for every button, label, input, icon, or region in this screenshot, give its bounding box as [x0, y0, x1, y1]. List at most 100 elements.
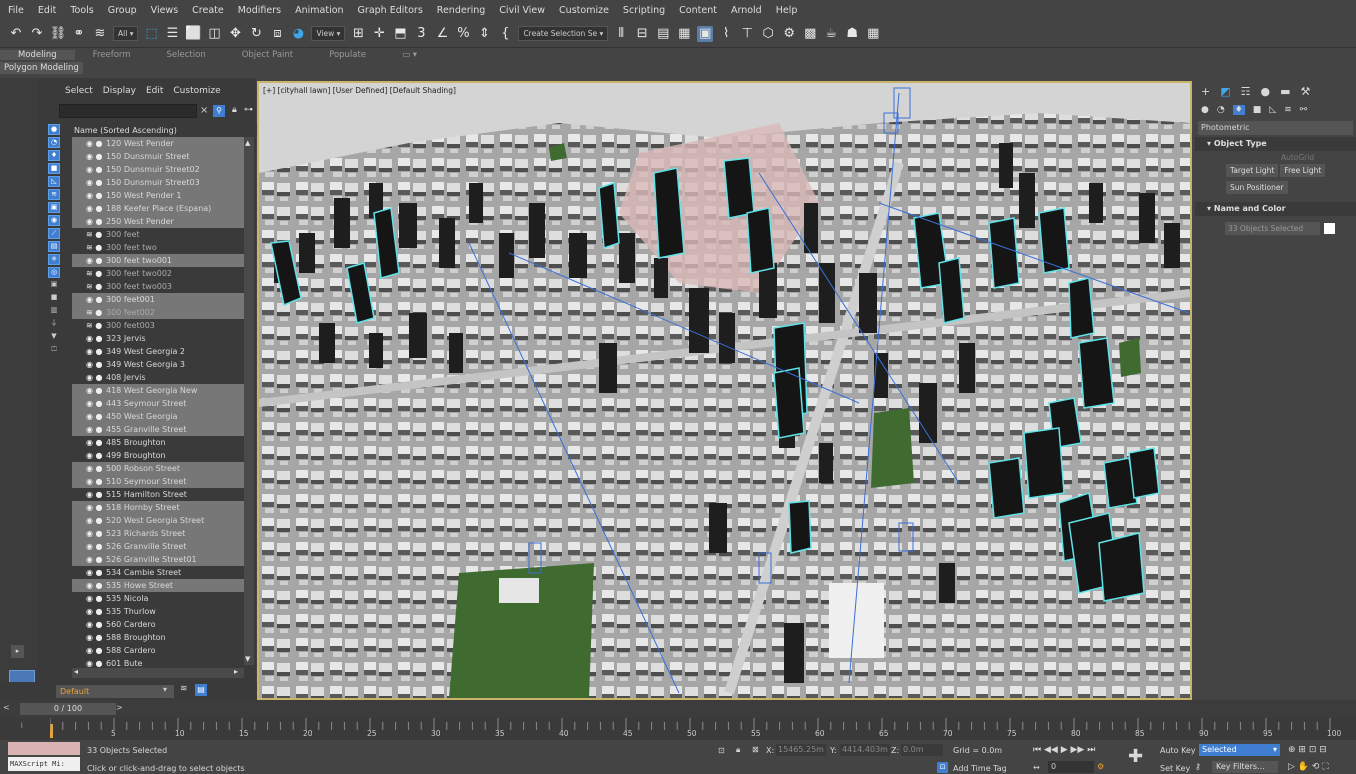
- clear-search-icon[interactable]: ×: [200, 105, 208, 116]
- visibility-eye-icon[interactable]: ◉ ●: [72, 514, 103, 527]
- key-filters-button[interactable]: Key Filters...: [1212, 761, 1278, 773]
- display-children-icon[interactable]: ⏚: [48, 319, 60, 330]
- align-icon[interactable]: ⊟: [634, 26, 650, 42]
- orbit-icon[interactable]: ⟲: [1312, 762, 1320, 772]
- cameras-category-icon[interactable]: ■: [1253, 105, 1262, 115]
- visibility-eye-icon[interactable]: ◉ ●: [72, 137, 103, 150]
- select-by-name-icon[interactable]: ☰: [164, 26, 180, 42]
- current-frame-field[interactable]: 0: [1048, 761, 1094, 773]
- scene-object-row[interactable]: ◉ ● 323 Jervis: [72, 332, 244, 345]
- toggle-layer-explorer-icon[interactable]: ▦: [676, 26, 692, 42]
- se-menu-edit[interactable]: Edit: [146, 86, 163, 96]
- window-crossing-icon[interactable]: ◫: [206, 26, 222, 42]
- unlink-icon[interactable]: ⚭: [71, 26, 87, 42]
- display-containers-icon[interactable]: ▤: [48, 241, 60, 252]
- object-color-swatch[interactable]: [1324, 223, 1335, 234]
- scene-search-input[interactable]: [59, 104, 197, 118]
- zoom-all-icon[interactable]: ⊞: [1298, 745, 1306, 755]
- lights-category-icon[interactable]: ♦: [1232, 105, 1245, 115]
- visibility-eye-icon[interactable]: ◉ ●: [72, 592, 103, 605]
- rotate-icon[interactable]: ↻: [248, 26, 264, 42]
- display-dependents-icon[interactable]: ⏍: [48, 345, 60, 356]
- scene-object-row[interactable]: ◉ ● 535 Nicola: [72, 592, 244, 605]
- bind-spacewarp-icon[interactable]: ≋: [92, 26, 108, 42]
- scene-object-row[interactable]: ◉ ● 535 Thurlow: [72, 605, 244, 618]
- scene-object-row[interactable]: ≋ ● 300 feet002: [72, 306, 244, 319]
- visibility-eye-icon[interactable]: ◉ ●: [72, 475, 103, 488]
- filter-icon[interactable]: ⚲: [213, 105, 225, 117]
- hierarchy-tab-icon[interactable]: ☶: [1241, 85, 1251, 98]
- scene-object-row[interactable]: ◉ ● 450 West Georgia: [72, 410, 244, 423]
- visibility-eye-icon[interactable]: ◉ ●: [72, 566, 103, 579]
- name-column-header[interactable]: Name (Sorted Ascending): [72, 124, 258, 137]
- scene-list-horizontal-scrollbar[interactable]: ◂ ▸: [72, 667, 244, 678]
- render-iterative-icon[interactable]: ☗: [844, 26, 860, 42]
- visibility-eye-icon[interactable]: ◉ ●: [72, 488, 103, 501]
- visibility-eye-icon[interactable]: ◉ ●: [72, 293, 103, 306]
- ribbon-tab-object-paint[interactable]: Object Paint: [224, 50, 311, 60]
- y-coordinate-field[interactable]: 4414.403m: [840, 744, 890, 756]
- next-frame-icon[interactable]: ▶▶: [1071, 745, 1085, 755]
- menu-customize[interactable]: Customize: [559, 5, 609, 16]
- scene-object-row[interactable]: ≋ ● 300 feet two: [72, 241, 244, 254]
- geometry-category-icon[interactable]: ●: [1201, 105, 1209, 115]
- selection-set-dropdown[interactable]: Selected ▾: [1199, 744, 1280, 756]
- display-spacewarps-icon[interactable]: ≋: [48, 189, 60, 200]
- render-production-icon[interactable]: ☕: [823, 26, 839, 42]
- scene-object-row[interactable]: ◉ ● 150 West Pender 1: [72, 189, 244, 202]
- keyboard-shortcut-icon[interactable]: ⬒: [392, 26, 408, 42]
- key-icon[interactable]: ⚷: [1195, 762, 1201, 771]
- display-none-icon[interactable]: ■: [48, 293, 60, 304]
- scene-object-row[interactable]: ◉ ● 499 Broughton: [72, 449, 244, 462]
- layer-dropdown-icon[interactable]: ▾: [163, 685, 167, 694]
- menu-help[interactable]: Help: [776, 5, 798, 16]
- schematic-view-icon[interactable]: ⊤: [739, 26, 755, 42]
- zoom-icon[interactable]: ⊕: [1288, 745, 1296, 755]
- ribbon-options-icon[interactable]: ▭ ▾: [384, 50, 435, 60]
- autogrid-checkbox[interactable]: AutoGrid: [1195, 153, 1356, 162]
- menu-animation[interactable]: Animation: [295, 5, 343, 16]
- scene-list-vertical-scrollbar[interactable]: ▲ ▼: [244, 137, 254, 665]
- menu-create[interactable]: Create: [192, 5, 224, 16]
- visibility-eye-icon[interactable]: ◉ ●: [72, 397, 103, 410]
- polygon-modeling-label[interactable]: Polygon Modeling: [0, 62, 83, 74]
- prev-frame-icon[interactable]: ◀◀: [1044, 745, 1058, 755]
- scene-object-row[interactable]: ◉ ● 408 Jervis: [72, 371, 244, 384]
- scene-explorer-toggle-icon[interactable]: ▤: [195, 684, 207, 696]
- se-menu-customize[interactable]: Customize: [173, 86, 220, 96]
- scene-object-row[interactable]: ◉ ● 485 Broughton: [72, 436, 244, 449]
- display-influences-icon[interactable]: ▼: [48, 332, 60, 343]
- visibility-eye-icon[interactable]: ◉ ●: [72, 215, 103, 228]
- mirror-icon[interactable]: ⫴: [613, 26, 629, 42]
- scene-object-row[interactable]: ◉ ● 443 Seymour Street: [72, 397, 244, 410]
- reference-coordinate-select[interactable]: View ▾: [311, 26, 346, 41]
- rect-region-icon[interactable]: ⬜: [185, 26, 201, 42]
- move-icon[interactable]: ✥: [227, 26, 243, 42]
- scene-object-row[interactable]: ◉ ● 455 Granville Street: [72, 423, 244, 436]
- visibility-eye-icon[interactable]: ◉ ●: [72, 332, 103, 345]
- select-object-icon[interactable]: ⬚: [143, 26, 159, 42]
- scene-object-row[interactable]: ◉ ● 520 West Georgia Street: [72, 514, 244, 527]
- undo-icon[interactable]: ↶: [8, 26, 24, 42]
- mini-curve-editor-icon[interactable]: ⌇: [20, 722, 23, 730]
- time-config-icon[interactable]: ⚙: [1097, 762, 1104, 771]
- light-type-select[interactable]: Photometric: [1198, 121, 1353, 135]
- menu-edit[interactable]: Edit: [38, 5, 56, 16]
- scene-object-row[interactable]: ≋ ● 300 feet: [72, 228, 244, 241]
- menu-content[interactable]: Content: [679, 5, 717, 16]
- display-invert-icon[interactable]: ▥: [48, 306, 60, 317]
- visibility-eye-icon[interactable]: ◉ ●: [72, 345, 103, 358]
- expand-panel-icon[interactable]: ▸: [11, 645, 24, 658]
- spacewarps-category-icon[interactable]: ≋: [1284, 105, 1292, 115]
- zoom-extents-icon[interactable]: ⊡: [1309, 745, 1317, 755]
- helpers-category-icon[interactable]: ◺: [1269, 105, 1276, 115]
- ribbon-tab-selection[interactable]: Selection: [149, 50, 224, 60]
- visibility-eye-icon[interactable]: ◉ ●: [72, 644, 103, 657]
- scene-object-row[interactable]: ◉ ● 518 Hornby Street: [72, 501, 244, 514]
- scene-object-row[interactable]: ≋ ● 300 feet two002: [72, 267, 244, 280]
- scroll-down-icon[interactable]: ▼: [245, 655, 250, 663]
- snaps-toggle-icon[interactable]: 3: [413, 26, 429, 42]
- menu-file[interactable]: File: [8, 5, 24, 16]
- visibility-eye-icon[interactable]: ◉ ●: [72, 605, 103, 618]
- hierarchy-icon[interactable]: ⊶: [244, 105, 253, 115]
